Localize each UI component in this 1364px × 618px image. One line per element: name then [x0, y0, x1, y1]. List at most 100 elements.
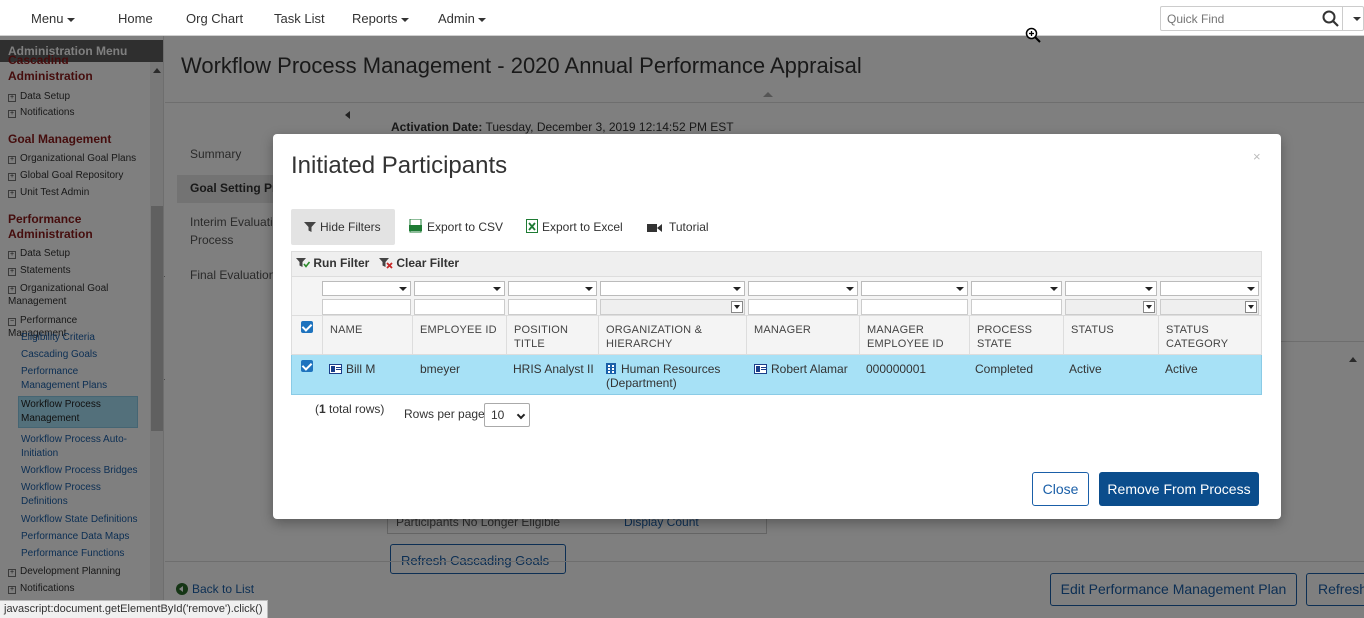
run-filter-label: Run Filter	[313, 256, 370, 270]
cell-status-category: Active	[1165, 362, 1198, 376]
export-csv-label: Export to CSV	[427, 220, 504, 234]
filter-icon	[304, 222, 316, 232]
quick-find-dropdown[interactable]	[1342, 7, 1364, 30]
row-checkbox[interactable]	[301, 360, 313, 372]
tutorial-label: Tutorial	[669, 220, 709, 234]
manager-id-filter-input[interactable]	[861, 299, 968, 315]
top-navigation: Menu Home Org Chart Task List Reports Ad…	[0, 0, 1364, 36]
clear-filter-icon	[379, 258, 393, 269]
initiated-participants-dialog: Initiated Participants × Hide Filters Ex…	[273, 134, 1281, 519]
clear-filter-button[interactable]: Clear Filter	[379, 256, 459, 270]
cell-organization-text: Human Resources (Department)	[606, 362, 721, 390]
select-all-cell	[292, 316, 322, 354]
menu-label: Menu	[31, 11, 64, 26]
name-filter-input[interactable]	[322, 299, 411, 315]
chevron-down-icon	[956, 287, 964, 291]
rows-per-page-select[interactable]: 10	[484, 403, 530, 427]
status-category-filter-operator[interactable]	[1160, 281, 1259, 296]
menu-dropdown[interactable]: Menu	[31, 11, 75, 26]
column-header-organization[interactable]: ORGANIZATION & HIERARCHY	[598, 316, 746, 354]
chevron-down-icon	[400, 17, 409, 22]
column-header-position-title[interactable]: POSITION TITLE	[506, 316, 598, 354]
select-all-checkbox[interactable]	[301, 321, 313, 333]
column-filters	[291, 276, 1262, 315]
picker-dropdown-icon[interactable]	[731, 301, 743, 313]
organization-filter-picker[interactable]	[600, 299, 745, 315]
row-select-cell	[292, 355, 322, 394]
quick-find	[1160, 6, 1364, 31]
chevron-down-icon	[1247, 287, 1255, 291]
position-filter-operator[interactable]	[508, 281, 597, 296]
process-state-filter-input[interactable]	[971, 299, 1062, 315]
dialog-title: Initiated Participants	[291, 152, 508, 179]
chevron-down-icon	[846, 287, 854, 291]
column-header-name[interactable]: NAME	[322, 316, 412, 354]
admin-dropdown[interactable]: Admin	[438, 11, 486, 26]
column-header-status[interactable]: STATUS	[1063, 316, 1158, 354]
browser-status-bar: javascript:document.getElementById('remo…	[0, 600, 268, 618]
nav-home[interactable]: Home	[118, 11, 153, 26]
picker-dropdown-icon[interactable]	[1245, 301, 1257, 313]
picker-dropdown-icon[interactable]	[1143, 301, 1155, 313]
chevron-down-icon	[516, 410, 526, 420]
close-button[interactable]: Close	[1032, 472, 1089, 506]
column-header-process-state[interactable]: PROCESS STATE	[969, 316, 1063, 354]
manager-filter-input[interactable]	[748, 299, 858, 315]
person-card-icon	[329, 364, 342, 374]
process-state-filter-operator[interactable]	[971, 281, 1062, 296]
employee-id-filter-input[interactable]	[414, 299, 505, 315]
column-header-employee-id[interactable]: EMPLOYEE ID	[412, 316, 506, 354]
chevron-down-icon	[493, 287, 501, 291]
reports-dropdown[interactable]: Reports	[352, 11, 409, 26]
column-header-status-category[interactable]: STATUS CATEGORY	[1158, 316, 1261, 354]
total-rows-suffix: total rows)	[325, 402, 385, 416]
name-filter-operator[interactable]	[322, 281, 411, 296]
filter-bar: Run Filter Clear Filter	[291, 251, 1262, 276]
cell-manager[interactable]: Robert Alamar	[747, 355, 860, 394]
status-filter-picker[interactable]	[1065, 299, 1157, 315]
manager-filter-operator[interactable]	[748, 281, 858, 296]
cell-manager-employee-id: 000000001	[866, 362, 927, 376]
chevron-down-icon	[477, 17, 486, 22]
cell-name-text: Bill M	[346, 362, 376, 376]
export-csv-button[interactable]: Export to CSV	[409, 209, 503, 245]
export-excel-label: Export to Excel	[542, 220, 623, 234]
participants-grid: Run Filter Clear Filter NAME EMPLOYEE ID…	[291, 251, 1262, 396]
reports-label: Reports	[352, 11, 398, 26]
cell-manager-text: Robert Alamar	[771, 362, 848, 376]
tutorial-button[interactable]: Tutorial	[647, 209, 709, 245]
nav-task-list[interactable]: Task List	[274, 11, 325, 26]
position-filter-input[interactable]	[508, 299, 597, 315]
chevron-down-icon	[399, 287, 407, 291]
column-header-manager-employee-id[interactable]: MANAGER EMPLOYEE ID	[859, 316, 969, 354]
cell-name[interactable]: Bill M	[322, 355, 412, 394]
chevron-down-icon	[733, 287, 741, 291]
organization-filter-operator[interactable]	[600, 281, 745, 296]
run-filter-button[interactable]: Run Filter	[296, 256, 369, 270]
cell-position-title: HRIS Analyst II	[513, 362, 594, 376]
close-icon[interactable]: ×	[1253, 149, 1261, 164]
export-excel-button[interactable]: Export to Excel	[526, 209, 623, 245]
manager-id-filter-operator[interactable]	[861, 281, 968, 296]
chevron-down-icon	[1353, 17, 1361, 21]
cell-status: Active	[1069, 362, 1102, 376]
video-camera-icon	[647, 224, 662, 232]
quick-find-input[interactable]	[1161, 7, 1316, 30]
status-category-filter-picker[interactable]	[1160, 299, 1259, 315]
status-filter-operator[interactable]	[1065, 281, 1157, 296]
employee-id-filter-operator[interactable]	[414, 281, 505, 296]
cell-organization[interactable]: Human Resources (Department)	[599, 355, 747, 394]
rows-per-page-value: 10	[491, 408, 505, 422]
search-icon[interactable]	[1321, 9, 1341, 29]
admin-label: Admin	[438, 11, 475, 26]
excel-file-icon	[526, 219, 538, 233]
hide-filters-button[interactable]: Hide Filters	[291, 209, 395, 245]
person-card-icon	[754, 364, 767, 374]
grid-toolbar: Hide Filters Export to CSV Export to Exc…	[291, 209, 771, 245]
column-header-manager[interactable]: MANAGER	[746, 316, 859, 354]
remove-from-process-button[interactable]: Remove From Process	[1099, 472, 1259, 506]
grid-header-row: NAME EMPLOYEE ID POSITION TITLE ORGANIZA…	[291, 315, 1262, 355]
nav-org-chart[interactable]: Org Chart	[186, 11, 243, 26]
building-icon	[606, 363, 616, 374]
table-row[interactable]: Bill M bmeyer HRIS Analyst II Human Reso…	[291, 355, 1262, 395]
